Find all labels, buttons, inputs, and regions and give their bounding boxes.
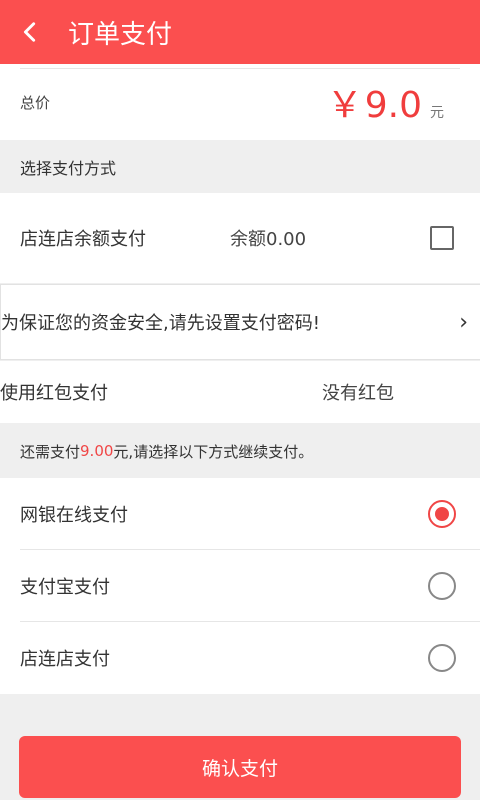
notice-suffix: 元,请选择以下方式继续支付。 [113,442,314,461]
pay-option-label: 店连店支付 [20,649,110,670]
pay-option-radio-selected[interactable] [428,500,456,528]
pay-option-online-bank[interactable]: 网银在线支付 [0,478,480,550]
pay-option-label: 网银在线支付 [20,505,128,526]
currency-unit: 元 [430,105,444,121]
currency-symbol: ￥ [326,85,363,126]
chevron-left-icon [23,22,36,42]
balance-value: 余额0.00 [230,229,307,250]
pay-option-radio[interactable] [428,572,456,600]
balance-checkbox[interactable] [430,226,454,250]
back-button[interactable] [0,0,60,64]
set-password-row[interactable]: 为保证您的资金安全,请先设置支付密码! › [0,284,480,360]
remaining-payment-notice: 还需支付 9.00 元,请选择以下方式继续支付。 [0,424,480,478]
red-packet-label: 使用红包支付 [0,383,108,404]
notice-prefix: 还需支付 [20,442,81,461]
pay-option-label: 支付宝支付 [20,577,110,598]
pay-option-radio[interactable] [428,644,456,672]
chevron-right-icon: › [459,309,468,335]
total-price: ￥ 9.0 元 [327,76,444,128]
total-label: 总价 [20,94,51,112]
pay-option-store[interactable]: 店连店支付 [0,622,480,694]
balance-payment-label: 店连店余额支付 [20,229,146,250]
confirm-payment-button[interactable]: 确认支付 [19,736,461,798]
red-packet-row[interactable]: 使用红包支付 没有红包 [0,361,480,423]
page-title: 订单支付 [68,19,173,50]
balance-payment-row[interactable]: 店连店余额支付 余额0.00 [0,193,480,283]
app-header: 订单支付 [0,0,480,64]
total-amount: 9.0 [364,85,422,126]
red-packet-value: 没有红包 [322,383,394,404]
set-password-prompt: 为保证您的资金安全,请先设置支付密码! [1,313,320,334]
payment-method-heading: 选择支付方式 [0,140,480,193]
notice-amount: 9.00 [80,442,114,460]
pay-option-alipay[interactable]: 支付宝支付 [0,550,480,622]
total-price-row: 总价 ￥ 9.0 元 [0,64,480,140]
divider [20,68,460,69]
